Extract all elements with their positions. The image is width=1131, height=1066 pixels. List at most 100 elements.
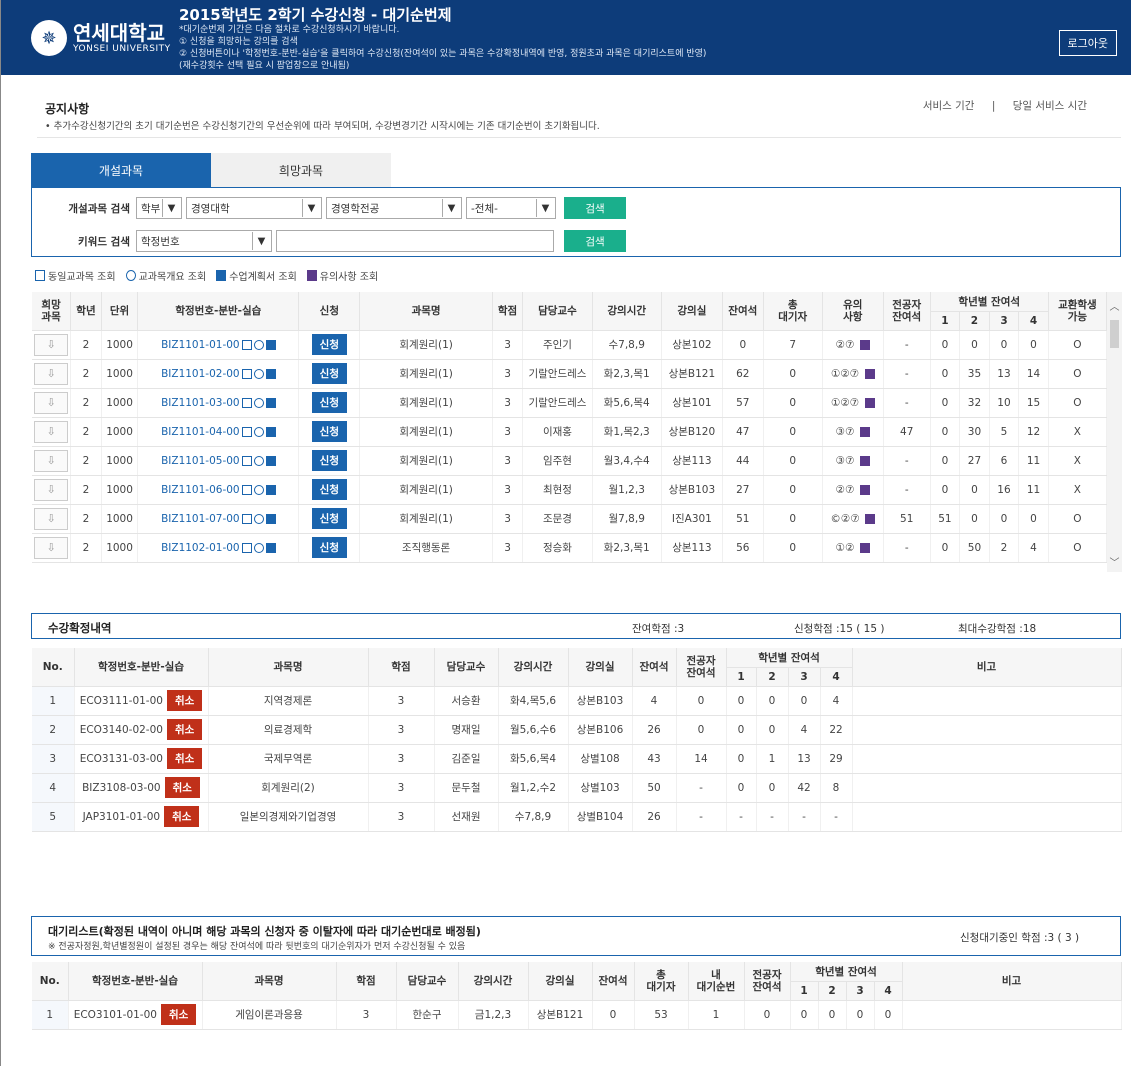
wish-cell: ⇩ <box>32 417 72 447</box>
scroll-down-icon[interactable]: ﹀ <box>1107 554 1122 569</box>
caution-icon[interactable] <box>859 339 870 350</box>
course-code: ECO3131-03-00 <box>79 753 163 765</box>
caution-icon[interactable] <box>859 484 870 495</box>
filter-select[interactable]: -전체- ▼ <box>466 197 556 219</box>
question-icon[interactable] <box>253 426 264 437</box>
table-row: ⇩ 2 1000 BIZ1101-06-00 신청 회계원리(1) 3 최현정 월1,2,3 상본… <box>32 475 1108 505</box>
apply-button[interactable]: 신청 <box>311 392 347 413</box>
document-icon[interactable] <box>265 484 276 495</box>
caution-cell: ③⑦ <box>822 446 884 476</box>
download-icon[interactable]: ⇩ <box>34 362 69 385</box>
download-icon[interactable]: ⇩ <box>34 333 69 356</box>
cancel-button[interactable]: 취소 <box>166 748 203 769</box>
col-y4: 4 <box>820 667 853 687</box>
course-code-link[interactable]: BIZ1101-07-00 <box>161 513 240 525</box>
col-waiting: 총 대기자 <box>763 292 823 331</box>
apply-button[interactable]: 신청 <box>311 363 347 384</box>
keyword-search-button[interactable]: 검색 <box>564 230 626 252</box>
caution-icon[interactable] <box>864 368 875 379</box>
course-code-link[interactable]: BIZ1101-04-00 <box>161 426 240 438</box>
question-icon[interactable] <box>253 397 264 408</box>
download-icon[interactable]: ⇩ <box>34 536 69 559</box>
remain-cell: 0 <box>592 1000 635 1030</box>
course-code: JAP3101-01-00 <box>82 811 161 823</box>
apply-button[interactable]: 신청 <box>311 537 347 558</box>
caution-icon[interactable] <box>859 426 870 437</box>
unit-cell: 1000 <box>101 446 139 476</box>
cancel-button[interactable]: 취소 <box>164 777 200 798</box>
scroll-up-icon[interactable]: ︿ <box>1107 298 1122 313</box>
copy-icon[interactable] <box>241 513 252 524</box>
course-code-link[interactable]: BIZ1101-03-00 <box>161 397 240 409</box>
document-icon[interactable] <box>265 513 276 524</box>
keyword-type-select[interactable]: 학정번호 ▼ <box>136 230 272 252</box>
course-code: ECO3140-02-00 <box>79 724 163 736</box>
room-cell: 상본101 <box>661 388 723 418</box>
download-icon[interactable]: ⇩ <box>34 449 69 472</box>
y1-cell: - <box>726 802 757 832</box>
question-icon[interactable] <box>253 542 264 553</box>
category-select[interactable]: 학부 ▼ <box>136 197 182 219</box>
download-icon[interactable]: ⇩ <box>34 478 69 501</box>
apply-button[interactable]: 신청 <box>311 508 347 529</box>
copy-icon[interactable] <box>241 368 252 379</box>
tab-wish-courses[interactable]: 희망과목 <box>211 153 391 187</box>
y3-cell: 13 <box>788 744 821 774</box>
course-code-link[interactable]: BIZ1101-05-00 <box>161 455 240 467</box>
service-period-link[interactable]: 서비스 기간 <box>923 100 975 112</box>
copy-icon[interactable] <box>241 484 252 495</box>
y3-cell: - <box>788 802 821 832</box>
course-code-link[interactable]: BIZ1102-01-00 <box>161 542 240 554</box>
copy-icon[interactable] <box>241 339 252 350</box>
question-icon[interactable] <box>253 484 264 495</box>
university-logo: ✵ 연세대학교 YONSEI UNIVERSITY <box>31 20 171 56</box>
caution-icon[interactable] <box>859 542 870 553</box>
course-code-link[interactable]: BIZ1101-06-00 <box>161 484 240 496</box>
wish-cell: ⇩ <box>32 446 72 476</box>
college-select[interactable]: 경영대학 ▼ <box>186 197 322 219</box>
document-icon[interactable] <box>265 426 276 437</box>
caution-icon[interactable] <box>859 455 870 466</box>
document-icon[interactable] <box>265 542 276 553</box>
download-icon[interactable]: ⇩ <box>34 420 69 443</box>
download-icon[interactable]: ⇩ <box>34 507 69 530</box>
caution-icon[interactable] <box>865 513 876 524</box>
cancel-button[interactable]: 취소 <box>164 806 200 827</box>
document-icon[interactable] <box>265 397 276 408</box>
copy-icon[interactable] <box>241 455 252 466</box>
year-cell: 2 <box>70 417 102 447</box>
download-icon[interactable]: ⇩ <box>34 391 69 414</box>
question-icon[interactable] <box>253 455 264 466</box>
copy-icon[interactable] <box>241 426 252 437</box>
document-icon[interactable] <box>265 368 276 379</box>
question-icon[interactable] <box>253 368 264 379</box>
copy-icon[interactable] <box>241 397 252 408</box>
tab-open-courses[interactable]: 개설과목 <box>31 153 211 187</box>
question-icon[interactable] <box>253 513 264 524</box>
apply-button[interactable]: 신청 <box>311 479 347 500</box>
cancel-button[interactable]: 취소 <box>166 719 203 740</box>
exchange-cell: O <box>1048 388 1108 418</box>
col-note: 비고 <box>852 648 1122 687</box>
course-table-scrollbar[interactable]: ︿ ﹀ <box>1107 292 1122 572</box>
col-prof: 담당교수 <box>522 292 593 331</box>
search-button[interactable]: 검색 <box>564 197 626 219</box>
course-code-link[interactable]: BIZ1101-01-00 <box>161 339 240 351</box>
cancel-button[interactable]: 취소 <box>166 690 203 711</box>
document-icon[interactable] <box>265 455 276 466</box>
caution-icon[interactable] <box>864 397 875 408</box>
apply-button[interactable]: 신청 <box>311 450 347 471</box>
apply-button[interactable]: 신청 <box>311 421 347 442</box>
scroll-thumb[interactable] <box>1110 320 1119 348</box>
document-icon[interactable] <box>265 339 276 350</box>
apply-button[interactable]: 신청 <box>311 334 347 355</box>
logout-button[interactable]: 로그아웃 <box>1058 30 1117 56</box>
question-icon[interactable] <box>253 339 264 350</box>
cancel-button[interactable]: 취소 <box>160 1004 197 1025</box>
major-select[interactable]: 경영학전공 ▼ <box>326 197 462 219</box>
keyword-input[interactable] <box>276 230 554 252</box>
course-code-link[interactable]: BIZ1101-02-00 <box>161 368 240 380</box>
major-remain-cell: - <box>883 330 931 360</box>
today-service-time-link[interactable]: 당일 서비스 시간 <box>1013 100 1087 112</box>
copy-icon[interactable] <box>241 542 252 553</box>
